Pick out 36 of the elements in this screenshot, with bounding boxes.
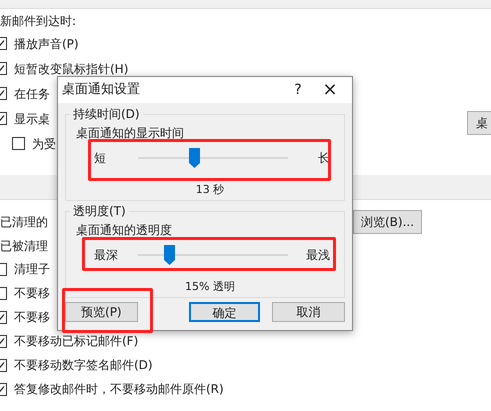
option-label: 短暂改变鼠标指针(H) xyxy=(14,60,128,78)
option-label: 不要移 xyxy=(14,309,50,326)
slider-thumb[interactable] xyxy=(188,148,200,168)
option-label: 答复修改邮件时，不要移动邮件原件(R) xyxy=(14,381,224,398)
slider-caption: 桌面通知的透明度 xyxy=(76,222,172,238)
group-legend: 持续时间(D) xyxy=(70,106,143,122)
window-title: 桌面通知设置 xyxy=(62,81,141,100)
option-label: 显示桌 xyxy=(14,110,50,128)
slider-track[interactable] xyxy=(138,148,288,168)
slider-thumb[interactable] xyxy=(164,245,176,265)
option-label: 在任务 xyxy=(14,86,50,102)
default-button[interactable]: 确定 xyxy=(188,302,260,322)
slider-track[interactable] xyxy=(138,245,288,265)
option-label: 不要移动数字签名邮件(D) xyxy=(14,357,153,374)
help-button[interactable]: ? xyxy=(288,80,308,100)
dialog-button[interactable]: 预览(P) xyxy=(65,302,138,322)
browse-button[interactable]: 浏览(B)... xyxy=(353,210,422,234)
option-label: 播放声音(P) xyxy=(14,36,79,52)
option-label: 不要移动已标记邮件(F) xyxy=(14,333,138,350)
option-label: 不要移 xyxy=(14,285,50,302)
min-label: 短 xyxy=(94,150,107,167)
group-legend: 透明度(T) xyxy=(70,203,129,219)
section-heading: 新邮件到达时: xyxy=(0,13,78,30)
dialog-button[interactable]: 取消 xyxy=(272,302,345,322)
slider-reading: 13 秒 xyxy=(196,183,224,196)
max-label: 最浅 xyxy=(306,247,330,264)
desktop-alert-button[interactable]: 桌 xyxy=(467,111,491,135)
section-label: 已被清理 xyxy=(0,238,48,255)
slider-reading: 15% 透明 xyxy=(185,280,235,293)
slider-caption: 桌面通知的显示时间 xyxy=(76,125,184,141)
option-label: 清理子 xyxy=(14,261,50,278)
min-label: 最深 xyxy=(94,247,119,264)
close-button[interactable]: × xyxy=(308,81,352,99)
checkbox[interactable] xyxy=(12,137,25,150)
section-label: 已清理的 xyxy=(0,214,48,231)
option-label: 为受 xyxy=(32,136,56,152)
